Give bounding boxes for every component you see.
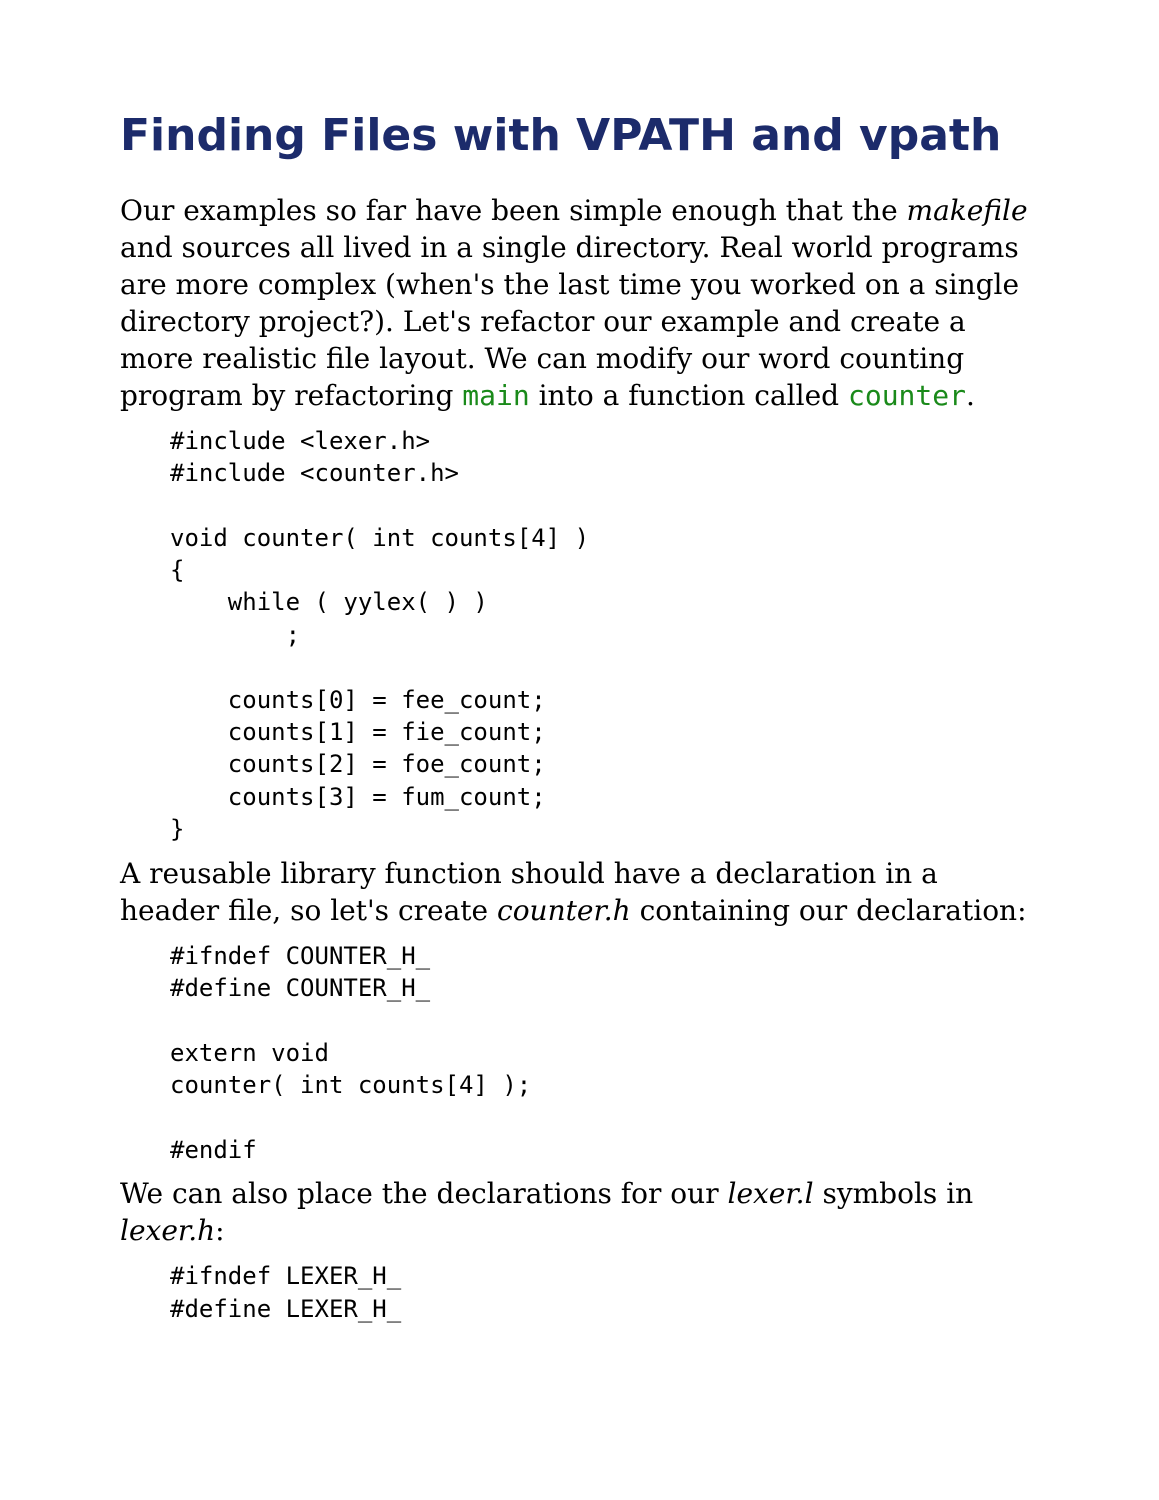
p1-text-4: .	[966, 379, 975, 412]
paragraph-2: A reusable library function should have …	[120, 856, 1039, 930]
code-block-counter-c: #include <lexer.h> #include <counter.h> …	[170, 425, 1039, 846]
p1-makefile-italic: makefile	[907, 194, 1028, 227]
p1-code-counter: counter	[848, 379, 966, 412]
p2-text-2: containing our declaration:	[631, 894, 1027, 927]
p1-text-1: Our examples so far have been simple eno…	[120, 194, 907, 227]
p3-lexer-h-italic: lexer.h	[120, 1214, 215, 1247]
p2-counter-h-italic: counter.h	[497, 894, 631, 927]
p3-text-2: symbols in	[814, 1177, 974, 1210]
code-block-lexer-h: #ifndef LEXER_H_ #define LEXER_H_	[170, 1260, 1039, 1325]
section-heading: Finding Files with VPATH and vpath	[120, 110, 1039, 163]
p3-text-1: We can also place the declarations for o…	[120, 1177, 727, 1210]
p3-lexer-l-italic: lexer.l	[727, 1177, 813, 1210]
code-block-counter-h: #ifndef COUNTER_H_ #define COUNTER_H_ ex…	[170, 940, 1039, 1167]
page: Finding Files with VPATH and vpath Our e…	[0, 0, 1159, 1500]
paragraph-1: Our examples so far have been simple eno…	[120, 193, 1039, 415]
p1-text-3: into a function called	[530, 379, 848, 412]
paragraph-3: We can also place the declarations for o…	[120, 1176, 1039, 1250]
p3-text-3: :	[215, 1214, 224, 1247]
p1-code-main: main	[462, 379, 529, 412]
